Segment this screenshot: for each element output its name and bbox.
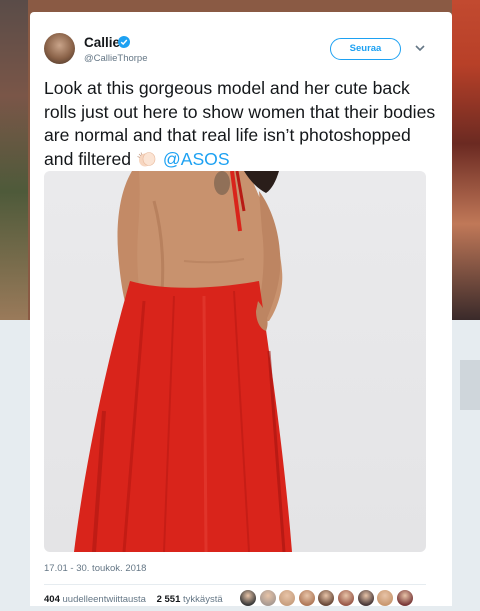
mention-link[interactable]: @ASOS	[163, 149, 230, 169]
tweet-card: Callie @CallieThorpe Seuraa Look at this…	[30, 12, 452, 606]
avatar[interactable]	[44, 33, 75, 64]
tweet-body: Look at this gorgeous model and her cute…	[44, 78, 436, 169]
likes-count[interactable]: 2 551	[157, 594, 181, 605]
background-photo-right	[452, 0, 480, 320]
retweets-count[interactable]: 404	[44, 594, 60, 605]
liker-avatar[interactable]	[298, 590, 315, 606]
liker-avatar[interactable]	[240, 590, 256, 606]
liker-avatar[interactable]	[377, 590, 394, 606]
liker-avatar[interactable]	[337, 590, 354, 606]
retweets-label[interactable]: uudelleentwiittausta	[63, 594, 146, 605]
background-photo-left	[0, 0, 28, 320]
clapping-hands-emoji-icon	[137, 151, 156, 166]
follow-button[interactable]: Seuraa	[330, 38, 401, 60]
liker-avatar[interactable]	[279, 590, 296, 606]
liker-avatar[interactable]	[357, 590, 374, 606]
user-handle[interactable]: @CallieThorpe	[84, 53, 148, 64]
liker-avatars	[240, 590, 416, 606]
liker-avatar[interactable]	[259, 590, 276, 606]
tweet-photo[interactable]	[44, 171, 426, 552]
verified-badge-icon	[118, 36, 130, 48]
chevron-down-icon[interactable]	[414, 42, 426, 54]
liker-avatar[interactable]	[396, 590, 413, 606]
model-red-dress-image	[74, 171, 292, 552]
liker-avatar[interactable]	[318, 590, 335, 606]
tweet-stats: 404 uudelleentwiittausta 2 551 tykkäystä	[44, 594, 223, 605]
background-card	[460, 360, 480, 410]
display-name[interactable]: Callie	[84, 35, 120, 50]
divider	[44, 584, 426, 585]
tweet-text: Look at this gorgeous model and her cute…	[44, 77, 436, 171]
likes-label[interactable]: tykkäystä	[183, 594, 223, 605]
tweet-timestamp[interactable]: 17.01 - 30. toukok. 2018	[44, 563, 146, 574]
